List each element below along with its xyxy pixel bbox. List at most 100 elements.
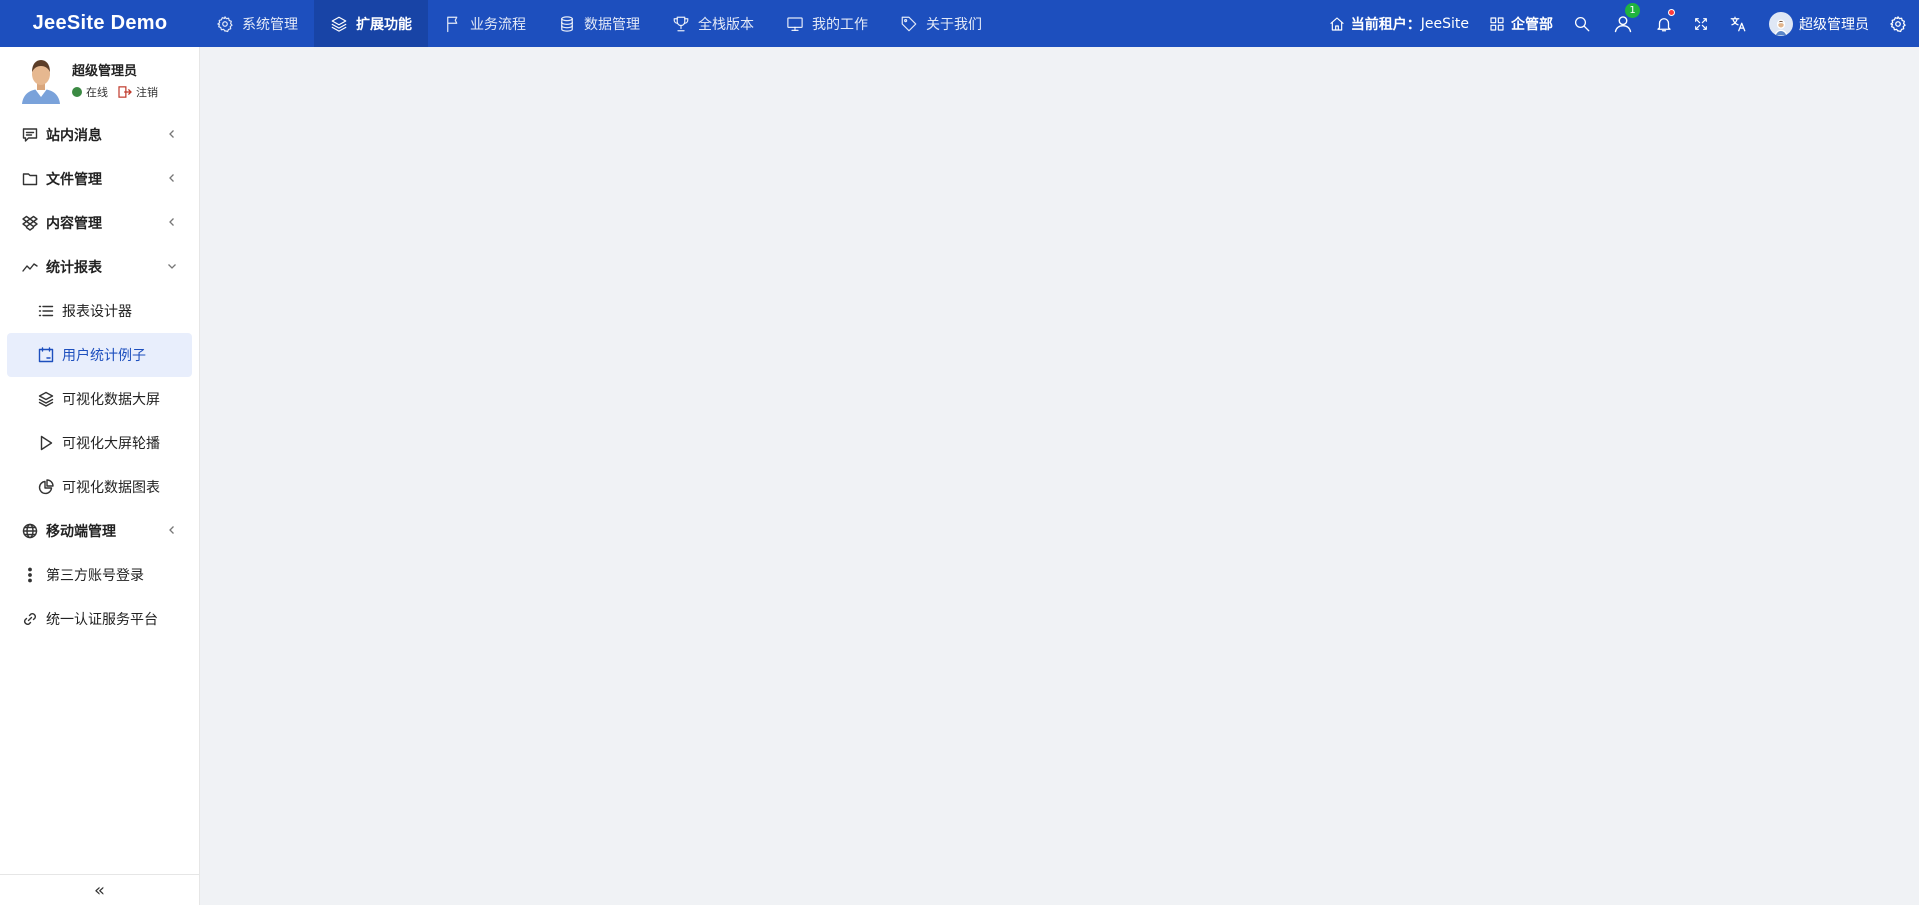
sidebar-item-label: 内容管理 xyxy=(46,216,102,232)
top-header: JeeSite Demo 系统管理 扩展功能 业务流程 数据管理 全栈版本 我的… xyxy=(0,0,1919,47)
sidebar-collapse-button[interactable]: « xyxy=(0,874,199,905)
message-icon xyxy=(22,128,38,142)
search-button[interactable] xyxy=(1563,0,1601,47)
brand-logo[interactable]: JeeSite Demo xyxy=(0,0,200,47)
sidebar-item-label: 可视化大屏轮播 xyxy=(62,436,160,452)
more-vertical-icon xyxy=(28,567,32,583)
sidebar-item-third-party-login[interactable]: 第三方账号登录 xyxy=(0,553,199,597)
header-tools: 当前租户： JeeSite 企管部 1 超级管理员 xyxy=(1319,0,1919,47)
search-icon xyxy=(1574,16,1590,31)
sidebar-item-unified-auth[interactable]: 统一认证服务平台 xyxy=(0,597,199,641)
line-chart-icon xyxy=(22,263,38,272)
chevron-left-icon xyxy=(169,218,174,226)
bell-icon xyxy=(1657,17,1671,31)
fullscreen-icon xyxy=(1695,17,1707,30)
list-icon xyxy=(38,305,54,317)
topnav-item-about[interactable]: 关于我们 xyxy=(884,0,998,47)
online-status: 在线 xyxy=(86,86,108,99)
sidebar-item-mobile[interactable]: 移动端管理 xyxy=(0,509,199,553)
sidebar-item-content[interactable]: 内容管理 xyxy=(0,201,199,245)
sidebar-item-label: 站内消息 xyxy=(46,128,102,144)
topnav-item-extension[interactable]: 扩展功能 xyxy=(314,0,428,47)
dropbox-icon xyxy=(22,215,38,231)
sidebar-username: 超级管理员 xyxy=(72,64,138,79)
sidebar-subitem-data-screen[interactable]: 可视化数据大屏 xyxy=(0,377,199,421)
user-menu[interactable]: 超级管理员 xyxy=(1757,0,1881,47)
topnav-item-system[interactable]: 系统管理 xyxy=(200,0,314,47)
layers-icon xyxy=(331,16,347,32)
topnav-label: 扩展功能 xyxy=(356,16,412,33)
sidebar-item-files[interactable]: 文件管理 xyxy=(0,157,199,201)
pie-icon xyxy=(38,479,54,495)
calendar-icon xyxy=(38,347,54,363)
org-switch[interactable]: 企管部 xyxy=(1479,0,1563,47)
avatar xyxy=(22,60,60,104)
sidebar: 超级管理员 在线 注销 站内消息 文件管理 内容管理 统计报表 报表设计器 用户… xyxy=(0,47,200,905)
sidebar-item-label: 移动端管理 xyxy=(46,524,116,540)
online-users-button[interactable]: 1 xyxy=(1601,0,1645,47)
grid-icon xyxy=(1490,16,1504,31)
online-status-dot xyxy=(72,87,82,97)
sidebar-subitem-report-designer[interactable]: 报表设计器 xyxy=(0,289,199,333)
sidebar-item-label: 报表设计器 xyxy=(62,304,132,320)
gear-icon xyxy=(217,15,233,32)
topnav-label: 业务流程 xyxy=(470,16,526,33)
fullscreen-button[interactable] xyxy=(1683,0,1719,47)
sidebar-item-label: 统计报表 xyxy=(46,260,102,276)
sidebar-item-label: 第三方账号登录 xyxy=(46,568,144,584)
notification-dot xyxy=(1668,9,1675,16)
topnav-label: 全栈版本 xyxy=(698,16,754,33)
sidebar-item-label: 统一认证服务平台 xyxy=(46,612,158,628)
sidebar-item-label: 文件管理 xyxy=(46,172,102,188)
sidebar-item-label: 可视化数据图表 xyxy=(62,480,160,496)
topnav-label: 关于我们 xyxy=(926,16,982,33)
home-icon xyxy=(1330,16,1344,31)
online-users-badge: 1 xyxy=(1625,3,1640,18)
tag-icon xyxy=(901,16,917,31)
chevron-left-icon xyxy=(169,174,174,182)
topnav-item-data[interactable]: 数据管理 xyxy=(542,0,656,47)
layers-icon xyxy=(38,391,54,407)
sidebar-item-label: 可视化数据大屏 xyxy=(62,392,160,408)
sidebar-subitem-screen-carousel[interactable]: 可视化大屏轮播 xyxy=(0,421,199,465)
translate-icon xyxy=(1730,16,1746,31)
chevron-down-icon xyxy=(168,264,176,269)
play-icon xyxy=(40,435,53,451)
avatar xyxy=(1769,11,1793,36)
link-icon xyxy=(24,613,36,625)
double-chevron-left-icon: « xyxy=(93,879,105,901)
flag-icon xyxy=(447,16,458,32)
sidebar-item-reports[interactable]: 统计报表 xyxy=(0,245,199,289)
tenant-switch[interactable]: 当前租户： JeeSite xyxy=(1319,0,1479,47)
header-username: 超级管理员 xyxy=(1799,16,1869,33)
folder-icon xyxy=(22,173,38,186)
tenant-label: 当前租户： xyxy=(1350,16,1421,33)
gear-icon xyxy=(1890,15,1906,32)
org-name: 企管部 xyxy=(1511,16,1553,33)
sidebar-item-messages[interactable]: 站内消息 xyxy=(0,113,199,157)
language-button[interactable] xyxy=(1719,0,1757,47)
topnav-item-fullstack[interactable]: 全栈版本 xyxy=(656,0,770,47)
database-icon xyxy=(561,15,573,32)
globe-icon xyxy=(22,523,38,539)
topnav-label: 系统管理 xyxy=(242,16,298,33)
main-content xyxy=(200,47,1919,905)
trophy-icon xyxy=(673,16,689,31)
logout-link[interactable]: 注销 xyxy=(136,84,158,100)
top-nav: 系统管理 扩展功能 业务流程 数据管理 全栈版本 我的工作 关于我们 xyxy=(200,0,998,47)
sidebar-user-card: 超级管理员 在线 注销 xyxy=(0,47,199,113)
sidebar-subitem-data-charts[interactable]: 可视化数据图表 xyxy=(0,465,199,509)
chevron-left-icon xyxy=(169,130,174,138)
monitor-icon xyxy=(787,16,803,31)
topnav-label: 数据管理 xyxy=(584,16,640,33)
logout-icon[interactable] xyxy=(118,86,132,98)
topnav-label: 我的工作 xyxy=(812,16,868,33)
chevron-left-icon xyxy=(169,526,174,534)
tenant-value: JeeSite xyxy=(1420,15,1469,32)
settings-button[interactable] xyxy=(1881,0,1919,47)
notification-button[interactable] xyxy=(1645,0,1683,47)
sidebar-item-label: 用户统计例子 xyxy=(62,348,146,364)
topnav-item-workflow[interactable]: 业务流程 xyxy=(428,0,542,47)
topnav-item-mywork[interactable]: 我的工作 xyxy=(770,0,884,47)
sidebar-subitem-user-stats[interactable]: 用户统计例子 xyxy=(7,333,192,377)
